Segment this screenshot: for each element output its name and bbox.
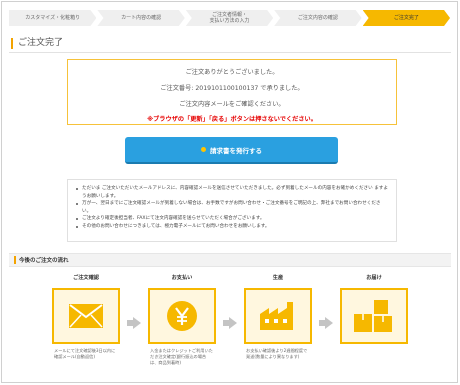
- thanks-message: ご注文ありがとうございました。: [185, 69, 279, 76]
- arrow-right-icon: [223, 317, 237, 329]
- page-frame: カスタマイズ・化粧箱り カート内容の確認 ご注文者情報・ 支払い方法の入力 ご注…: [1, 1, 458, 383]
- issue-invoice-button[interactable]: 請求書を発行する: [125, 137, 338, 164]
- stage-desc: 入金またはクレジットご利用いただき注文確定(銀行振込の場合は、商品到着時): [150, 348, 213, 366]
- browser-warning: ※ブラウザの「更新」「戻る」ボタンは押さないでください。: [147, 116, 317, 123]
- stage-label: ご注文確認: [73, 275, 99, 281]
- note-item: その他のお問い合わせにつきましては、極力電子メールにてお問い合わせをお願いします…: [76, 223, 388, 231]
- flow-stage-order-confirm: ご注文確認 メールにて注文確認後3日以内に確認メール(自動返信): [52, 274, 120, 360]
- flow-header: 今後のご注文の流れ: [9, 253, 451, 267]
- stage-icon-box: [340, 288, 408, 344]
- note-item: 万が一、翌日までにご注文確認メールが到着しない場合は、お手数ですがお問い合わせ・…: [76, 200, 388, 215]
- stage-label: お届け: [366, 275, 382, 281]
- page-title: ご注文完了: [11, 38, 63, 49]
- notes-box: ただいま ご注文いただいたメールアドレスに、内容確認メールを送信させていただきま…: [67, 179, 397, 242]
- factory-icon: [260, 302, 293, 330]
- step-complete: ご注文完了: [363, 10, 450, 26]
- bullet-icon: [201, 147, 206, 152]
- header-mark: [14, 256, 16, 264]
- step-cart: カート内容の確認: [97, 10, 184, 26]
- step-orderer-info: ご注文者情報・ 支払い方法の入力: [186, 10, 273, 26]
- stage-icon-box: [244, 288, 312, 344]
- title-divider: [9, 52, 451, 53]
- stage-label: 生産: [272, 275, 284, 281]
- issue-invoice-label: 請求書を発行する: [210, 146, 262, 155]
- stage-label: お支払い: [171, 275, 193, 281]
- flow-title: 今後のご注文の流れ: [19, 258, 69, 264]
- note-item: ただいま ご注文いただいたメールアドレスに、内容確認メールを送信させていただきま…: [76, 186, 388, 199]
- stage-icon-box: [52, 288, 120, 344]
- arrow-right-icon: [319, 317, 333, 329]
- yen-icon: [167, 301, 197, 331]
- stage-desc: メールにて注文確認後3日以内に確認メール(自動返信): [54, 348, 116, 360]
- step-customize: カスタマイズ・化粧箱り: [9, 10, 96, 26]
- step-confirm: ご注文内容の確認: [274, 10, 361, 26]
- note-item: ご注文より確定後担当者、FAXにて注文内容確認を送らせていただく場合がございます…: [76, 215, 388, 223]
- stage-icon-box: [148, 288, 216, 344]
- order-number: ご注文番号: 2019101100100137 で承りました。: [160, 85, 304, 92]
- flow-stage-production: 生産 お支払い確認後より2週間程度で発送(数量により異なります): [244, 274, 312, 360]
- arrow-right-icon: [127, 317, 141, 329]
- flow-stage-delivery: お届け: [340, 274, 408, 348]
- stage-desc: お支払い確認後より2週間程度で発送(数量により異なります): [246, 348, 308, 360]
- boxes-icon: [354, 300, 392, 332]
- flow-stage-payment: お支払い 入金またはクレジットご利用いただき注文確定(銀行振込の場合は、商品到着…: [148, 274, 216, 367]
- envelope-icon: [69, 304, 103, 328]
- email-notice: ご注文内容メールをご確認ください。: [179, 101, 285, 108]
- checkout-steps: カスタマイズ・化粧箱り カート内容の確認 ご注文者情報・ 支払い方法の入力 ご注…: [9, 10, 451, 26]
- thanks-box: ご注文ありがとうございました。 ご注文番号: 2019101100100137 …: [67, 59, 397, 125]
